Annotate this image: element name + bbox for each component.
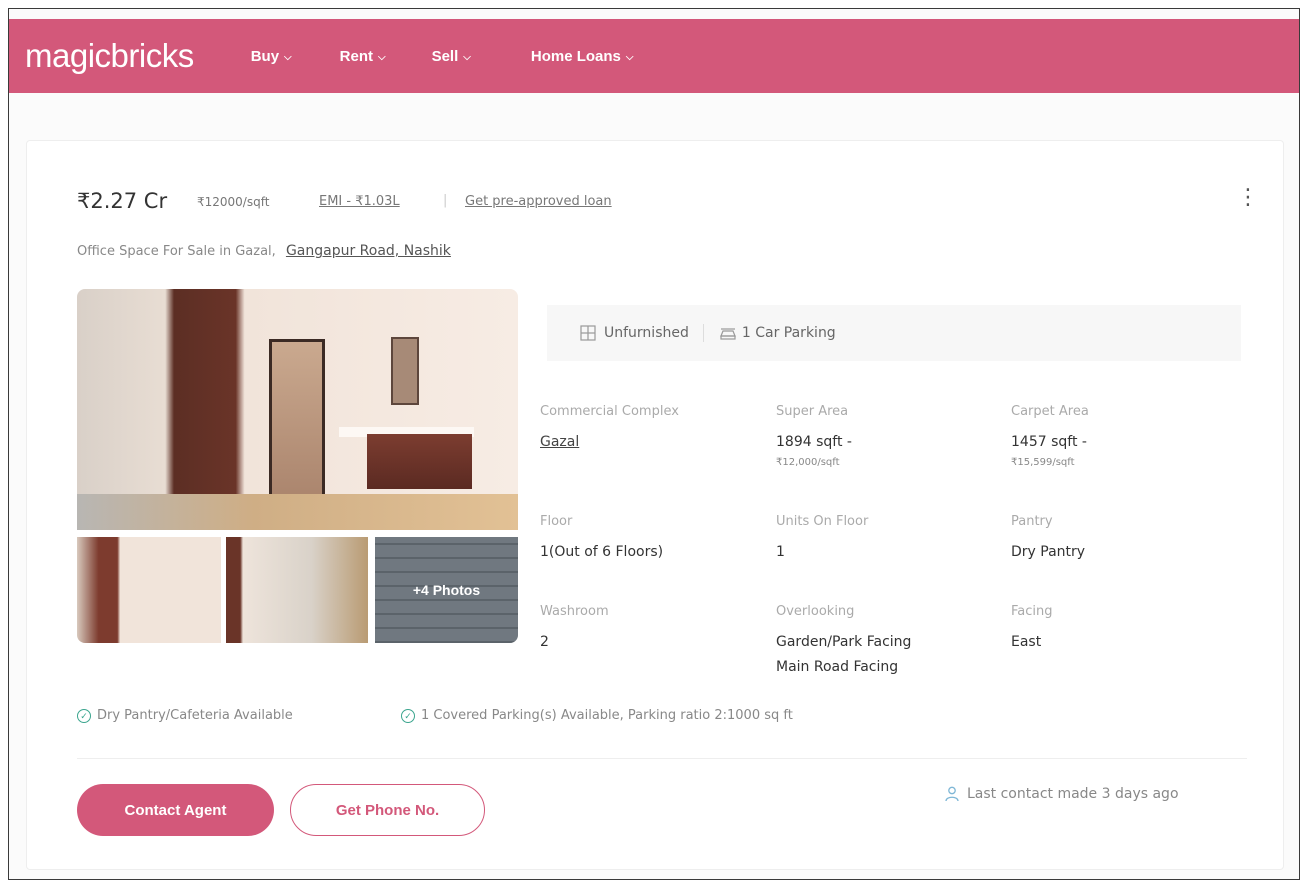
thumbnail-photo-2[interactable] xyxy=(226,537,368,643)
thumbnail-photo-1[interactable] xyxy=(77,537,221,643)
spec-washroom-label: Washroom xyxy=(540,604,609,619)
separator: | xyxy=(443,193,448,208)
price-per-sqft: ₹12000/sqft xyxy=(197,195,270,209)
more-options-icon[interactable]: ⋮ xyxy=(1237,187,1259,209)
amenities-bar: Unfurnished 1 Car Parking xyxy=(547,305,1241,361)
furniture-icon xyxy=(580,325,596,341)
chevron-down-icon: ⌵ xyxy=(377,51,386,63)
spec-carpet-area-label: Carpet Area xyxy=(1011,404,1089,419)
listing-subtitle: Office Space For Sale in Gazal, Gangapur… xyxy=(77,243,451,259)
location-link[interactable]: Gangapur Road, Nashik xyxy=(286,243,451,259)
main-property-photo[interactable] xyxy=(77,289,518,530)
spec-complex-label: Commercial Complex xyxy=(540,404,679,419)
spec-floor-label: Floor xyxy=(540,514,573,529)
spec-units-value: 1 xyxy=(776,544,785,560)
feature-label: 1 Covered Parking(s) Available, Parking … xyxy=(421,708,793,723)
magicbricks-logo[interactable]: magicbricks xyxy=(25,37,194,75)
amenity-furnishing-label: Unfurnished xyxy=(604,325,689,341)
spec-super-area-value: 1894 sqft - xyxy=(776,434,852,450)
last-contact-status: Last contact made 3 days ago xyxy=(945,786,1179,802)
spec-floor-value: 1(Out of 6 Floors) xyxy=(540,544,664,560)
spec-pantry-value: Dry Pantry xyxy=(1011,544,1086,560)
chevron-down-icon: ⌵ xyxy=(625,51,634,63)
feature-item: ✓ 1 Covered Parking(s) Available, Parkin… xyxy=(401,708,793,723)
spec-overlooking-value-1: Garden/Park Facing xyxy=(776,634,912,650)
check-circle-icon: ✓ xyxy=(401,708,415,723)
chevron-down-icon: ⌵ xyxy=(463,51,471,63)
spec-super-area-label: Super Area xyxy=(776,404,849,419)
spec-overlooking-value-2: Main Road Facing xyxy=(776,659,899,675)
amenity-parking-label: 1 Car Parking xyxy=(741,325,836,341)
nav-sell-label: Sell xyxy=(431,47,459,65)
browser-frame: magicbricks Buy ⌵ Rent ⌵ Sell ⌵ Home Loa… xyxy=(8,8,1300,880)
preapproved-loan-link[interactable]: Get pre-approved loan xyxy=(465,194,612,209)
amenity-furnishing: Unfurnished xyxy=(580,325,689,341)
nav-rent-label: Rent xyxy=(339,47,373,65)
contact-agent-button[interactable]: Contact Agent xyxy=(77,784,274,836)
nav-home-loans[interactable]: Home Loans ⌵ xyxy=(531,48,634,65)
spec-washroom-value: 2 xyxy=(540,634,549,650)
nav-buy-label: Buy xyxy=(250,47,280,65)
spec-carpet-area-rate: ₹15,599/sqft xyxy=(1011,457,1075,468)
more-photos-overlay: +4 Photos xyxy=(375,537,518,643)
listing-price: ₹2.27 Cr xyxy=(77,189,168,213)
nav-rent[interactable]: Rent ⌵ xyxy=(340,48,386,65)
nav-buy[interactable]: Buy ⌵ xyxy=(251,48,292,65)
spec-units-label: Units On Floor xyxy=(776,514,869,529)
thumbnail-photo-more[interactable]: +4 Photos xyxy=(375,537,518,643)
amenity-parking: 1 Car Parking xyxy=(718,325,836,341)
spec-carpet-area-value: 1457 sqft - xyxy=(1011,434,1087,450)
nav-sell[interactable]: Sell ⌵ xyxy=(432,48,471,65)
car-icon xyxy=(719,328,736,340)
photo-detail xyxy=(367,434,472,489)
emi-link[interactable]: EMI - ₹1.03L xyxy=(319,194,400,209)
check-circle-icon: ✓ xyxy=(77,708,91,723)
top-navbar: magicbricks Buy ⌵ Rent ⌵ Sell ⌵ Home Loa… xyxy=(9,19,1299,93)
divider xyxy=(77,758,1247,759)
spec-overlooking-label: Overlooking xyxy=(776,604,855,619)
last-contact-text: Last contact made 3 days ago xyxy=(967,786,1179,802)
listing-type: Office Space For Sale in Gazal, xyxy=(77,244,276,259)
get-phone-button[interactable]: Get Phone No. xyxy=(290,784,485,836)
spec-pantry-label: Pantry xyxy=(1011,514,1053,529)
feature-item: ✓ Dry Pantry/Cafeteria Available xyxy=(77,708,293,723)
property-card: ₹2.27 Cr ₹12000/sqft EMI - ₹1.03L | Get … xyxy=(26,140,1284,870)
photo-detail xyxy=(77,494,518,530)
spec-facing-label: Facing xyxy=(1011,604,1053,619)
spec-super-area-rate: ₹12,000/sqft xyxy=(776,457,840,468)
divider xyxy=(702,324,704,342)
chevron-down-icon: ⌵ xyxy=(284,51,292,63)
person-icon xyxy=(945,786,959,802)
photo-detail xyxy=(391,337,419,405)
spec-facing-value: East xyxy=(1011,634,1042,650)
spec-complex-link[interactable]: Gazal xyxy=(540,434,579,450)
nav-home-loans-label: Home Loans xyxy=(530,47,621,65)
feature-label: Dry Pantry/Cafeteria Available xyxy=(97,708,293,723)
